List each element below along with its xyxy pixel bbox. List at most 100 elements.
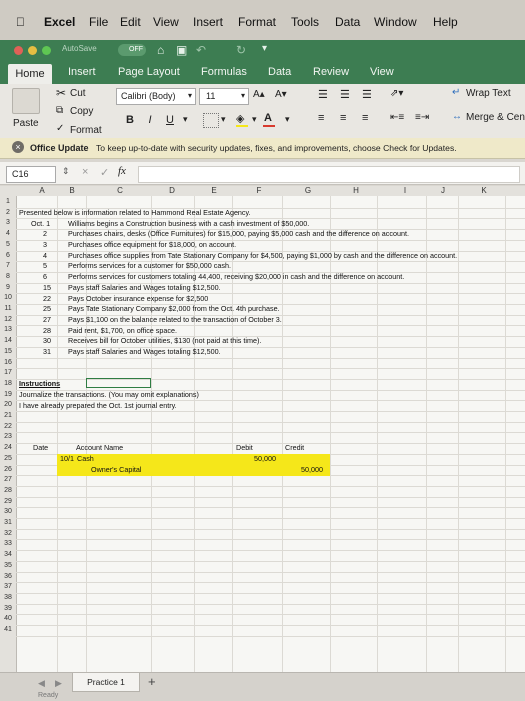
name-box[interactable]: C16 [6, 166, 56, 183]
transaction-date[interactable]: 2 [43, 229, 47, 238]
row-number[interactable]: 26 [0, 466, 16, 473]
customize-toolbar-icon[interactable]: ▾ [262, 43, 267, 54]
row-number[interactable]: 4 [0, 230, 16, 237]
wrap-text-icon[interactable]: ↵ [452, 87, 460, 98]
row-number[interactable]: 2 [0, 209, 16, 216]
row-number[interactable]: 28 [0, 487, 16, 494]
tab-data[interactable]: Data [268, 66, 291, 78]
selected-cell-c16[interactable] [86, 378, 151, 388]
tab-page-layout[interactable]: Page Layout [118, 66, 180, 78]
transaction-text[interactable]: Pays October insurance expense for $2,50… [68, 294, 208, 303]
column-header[interactable]: K [478, 186, 490, 195]
close-window-icon[interactable] [14, 46, 23, 55]
transaction-text[interactable]: Receives bill for October utilities, $13… [68, 336, 261, 345]
bold-button[interactable]: B [122, 114, 138, 126]
name-box-stepper-icon[interactable]: ⇕ [62, 166, 70, 177]
zoom-window-icon[interactable] [42, 46, 51, 55]
apple-icon[interactable]:  [16, 15, 25, 29]
transaction-text[interactable]: Paid rent, $1,700, on office space. [68, 326, 177, 335]
save-icon[interactable]: ▣ [176, 43, 187, 57]
transaction-date[interactable]: 22 [43, 294, 51, 303]
increase-font-size-icon[interactable]: A▴ [253, 89, 265, 100]
font-name-dropdown[interactable]: Calibri (Body) ▾ [116, 88, 196, 105]
transaction-date[interactable]: 30 [43, 336, 51, 345]
journal-credit[interactable]: 50,000 [301, 465, 323, 474]
column-header[interactable]: F [253, 186, 265, 195]
row-number[interactable]: 13 [0, 326, 16, 333]
instructions-title[interactable]: Instructions [19, 379, 60, 388]
fill-color-icon[interactable]: ◈ [236, 112, 244, 125]
row-number[interactable]: 6 [0, 252, 16, 259]
column-header[interactable]: I [399, 186, 411, 195]
transaction-date[interactable]: 4 [43, 251, 47, 260]
menu-app-name[interactable]: Excel [44, 15, 75, 29]
journal-debit[interactable]: 50,000 [254, 454, 276, 463]
column-header[interactable]: E [208, 186, 220, 195]
tab-formulas[interactable]: Formulas [201, 66, 247, 78]
transaction-text[interactable]: Pays staff Salaries and Wages totaling $… [68, 283, 221, 292]
tab-home[interactable]: Home [8, 64, 52, 84]
row-number[interactable]: 12 [0, 316, 16, 323]
transaction-text[interactable]: Pays staff Salaries and Wages totaling $… [68, 347, 221, 356]
copy-button[interactable]: Copy [70, 106, 93, 117]
column-header[interactable]: J [437, 186, 449, 195]
align-right-icon[interactable]: ≡ [362, 112, 368, 124]
journal-header-credit[interactable]: Credit [285, 443, 304, 452]
next-sheet-icon[interactable]: ▶ [55, 678, 62, 689]
chevron-down-icon[interactable]: ▾ [183, 114, 188, 125]
intro-cell[interactable]: Presented below is information related t… [19, 208, 251, 217]
row-number[interactable]: 9 [0, 284, 16, 291]
add-sheet-button[interactable]: + [148, 674, 156, 689]
transaction-text[interactable]: Williams begins a Construction business … [68, 219, 309, 228]
align-left-icon[interactable]: ≡ [318, 112, 324, 124]
row-number[interactable]: 27 [0, 476, 16, 483]
borders-icon[interactable] [203, 113, 219, 128]
underline-button[interactable]: U [162, 114, 178, 126]
decrease-font-size-icon[interactable]: A▾ [275, 89, 287, 100]
row-number[interactable]: 14 [0, 337, 16, 344]
row-number[interactable]: 31 [0, 519, 16, 526]
row-number[interactable]: 10 [0, 294, 16, 301]
decrease-indent-icon[interactable]: ⇤≡ [390, 112, 404, 123]
merge-center-button[interactable]: Merge & Cen [466, 112, 525, 123]
row-number[interactable]: 37 [0, 583, 16, 590]
row-number[interactable]: 40 [0, 615, 16, 622]
row-number[interactable]: 29 [0, 498, 16, 505]
row-number[interactable]: 15 [0, 348, 16, 355]
transaction-text[interactable]: Purchases office supplies from Tate Stat… [68, 251, 457, 260]
transaction-text[interactable]: Purchases chairs, desks (Office Furnitur… [68, 229, 409, 238]
column-header[interactable]: H [350, 186, 362, 195]
row-number[interactable]: 5 [0, 241, 16, 248]
row-number[interactable]: 18 [0, 380, 16, 387]
transaction-text[interactable]: Pays Tate Stationary Company $2,000 from… [68, 304, 280, 313]
menu-format[interactable]: Format [238, 15, 276, 29]
format-painter-icon[interactable]: ✓ [56, 123, 64, 134]
menu-edit[interactable]: Edit [120, 15, 141, 29]
row-number[interactable]: 7 [0, 262, 16, 269]
menu-data[interactable]: Data [335, 15, 360, 29]
row-number[interactable]: 35 [0, 562, 16, 569]
row-number[interactable]: 32 [0, 530, 16, 537]
chevron-down-icon[interactable]: ▾ [285, 114, 290, 125]
align-bottom-icon[interactable]: ☰ [362, 88, 372, 101]
autosave-toggle[interactable]: OFF [118, 44, 146, 56]
menu-file[interactable]: File [89, 15, 108, 29]
menu-tools[interactable]: Tools [291, 15, 319, 29]
copy-icon[interactable]: ⧉ [56, 105, 63, 116]
transaction-date[interactable]: 15 [43, 283, 51, 292]
tab-view[interactable]: View [370, 66, 394, 78]
row-number[interactable]: 11 [0, 305, 16, 312]
row-number[interactable]: 21 [0, 412, 16, 419]
column-header[interactable]: B [66, 186, 78, 195]
minimize-window-icon[interactable] [28, 46, 37, 55]
column-header[interactable]: D [166, 186, 178, 195]
transaction-text[interactable]: Purchases office equipment for $18,000, … [68, 240, 236, 249]
home-icon[interactable]: ⌂ [157, 43, 164, 57]
row-number[interactable]: 33 [0, 540, 16, 547]
row-number[interactable]: 3 [0, 219, 16, 226]
increase-indent-icon[interactable]: ≡⇥ [415, 112, 429, 123]
journal-date[interactable]: 10/1 [60, 454, 74, 463]
redo-icon[interactable]: ↻ [236, 43, 246, 57]
font-size-dropdown[interactable]: 11 ▾ [199, 88, 249, 105]
insert-function-icon[interactable]: fx [118, 165, 126, 177]
